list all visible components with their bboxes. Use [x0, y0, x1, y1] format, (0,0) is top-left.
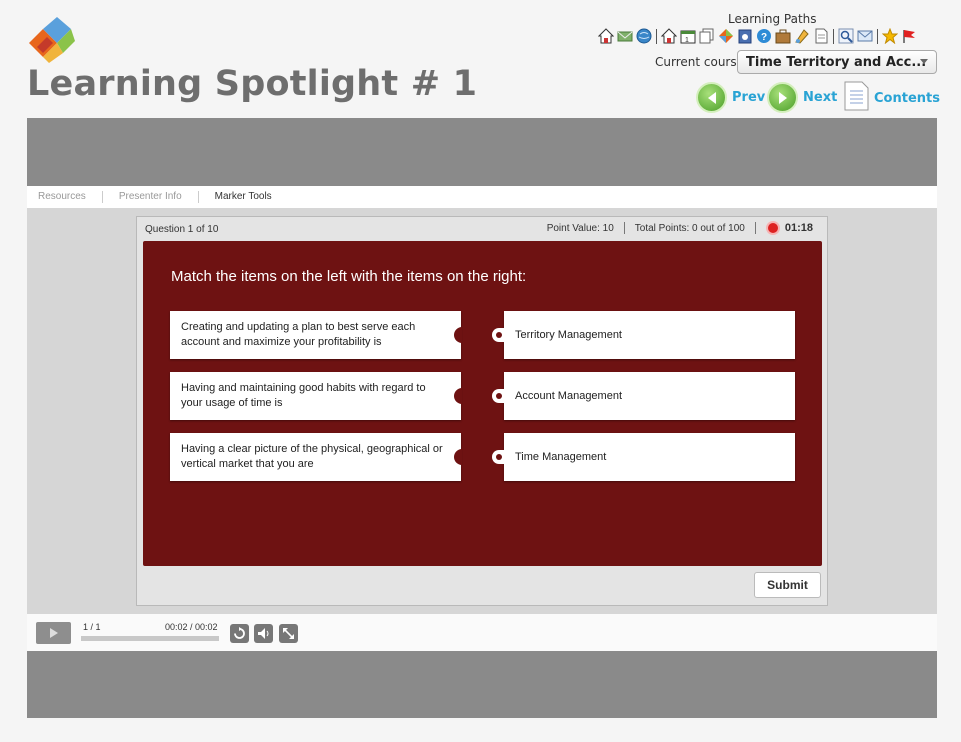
- contents-label: Contents: [874, 90, 940, 106]
- play-icon: [49, 628, 58, 638]
- fullscreen-button[interactable]: [279, 624, 298, 643]
- puzzle-notch: [454, 388, 462, 404]
- learning-paths-label[interactable]: Learning Paths: [728, 12, 817, 26]
- question-prompt: Match the items on the left with the ite…: [171, 268, 527, 285]
- question-count: Question 1 of 10: [145, 224, 219, 235]
- calendar-icon[interactable]: 1: [680, 28, 696, 44]
- email-icon[interactable]: [617, 28, 633, 44]
- puzzle-peg: [492, 328, 504, 342]
- tab-marker-tools[interactable]: Marker Tools: [199, 191, 288, 203]
- contents-icon: [843, 81, 869, 115]
- document-icon[interactable]: [813, 28, 829, 44]
- clipboard-icon[interactable]: [737, 28, 753, 44]
- globe-icon[interactable]: [636, 28, 652, 44]
- search-icon[interactable]: [838, 28, 854, 44]
- player-controls: 1 / 1 00:02 / 00:02: [27, 614, 937, 651]
- replay-icon: [234, 627, 245, 639]
- timer-icon: [765, 221, 780, 235]
- quiz-meta-bar: Question 1 of 10 Point Value: 10 Total P…: [137, 217, 827, 241]
- puzzle-notch: [454, 449, 462, 465]
- match-left-text: Having a clear picture of the physical, …: [181, 443, 443, 470]
- toolbar: 1 ?: [597, 27, 917, 45]
- fullscreen-icon: [283, 628, 294, 639]
- briefcase-icon[interactable]: [775, 28, 791, 44]
- match-left-text: Creating and updating a plan to best ser…: [181, 321, 416, 348]
- prev-button[interactable]: Prev: [696, 82, 765, 113]
- total-points: Total Points: 0 out of 100: [634, 222, 745, 234]
- puzzle-notch: [454, 327, 462, 343]
- point-value: Point Value: 10: [546, 222, 614, 234]
- tab-resources[interactable]: Resources: [27, 191, 103, 203]
- svg-text:?: ?: [761, 32, 767, 43]
- replay-button[interactable]: [230, 624, 249, 643]
- current-course-select[interactable]: Time Territory and Acc...: [737, 50, 937, 74]
- match-left-item[interactable]: Creating and updating a plan to best ser…: [170, 311, 462, 359]
- app-logo: [27, 17, 77, 65]
- toolbar-separator: [877, 28, 878, 44]
- tag-icon[interactable]: [718, 28, 734, 44]
- top-banner: [27, 118, 937, 186]
- tab-presenter-info[interactable]: Presenter Info: [103, 191, 199, 203]
- arrow-left-icon: [696, 82, 727, 113]
- arrow-right-icon: [767, 82, 798, 113]
- next-button[interactable]: Next: [767, 82, 837, 113]
- player-tabs: Resources Presenter Info Marker Tools: [27, 186, 937, 208]
- copy-icon[interactable]: [699, 28, 715, 44]
- submit-button[interactable]: Submit: [754, 572, 821, 598]
- toolbar-separator: [656, 28, 657, 44]
- match-right-text: Territory Management: [515, 328, 622, 341]
- match-right-item[interactable]: Territory Management: [492, 311, 795, 359]
- volume-icon: [258, 628, 269, 639]
- matching-question-area: Match the items on the left with the ite…: [143, 241, 822, 566]
- match-left-text: Having and maintaining good habits with …: [181, 382, 426, 409]
- bottom-banner: [27, 651, 937, 718]
- meta-separator: [754, 222, 756, 234]
- seek-bar[interactable]: [81, 636, 219, 641]
- volume-button[interactable]: [254, 624, 273, 643]
- match-right-text: Time Management: [515, 450, 607, 463]
- current-course-value: Time Territory and Acc...: [746, 55, 927, 70]
- feedback-icon[interactable]: [857, 28, 873, 44]
- play-button[interactable]: [36, 622, 71, 644]
- puzzle-peg: [492, 389, 504, 403]
- toolbar-separator: [833, 28, 834, 44]
- puzzle-peg: [492, 450, 504, 464]
- quiz-score-info: Point Value: 10 Total Points: 0 out of 1…: [547, 221, 813, 235]
- flag-icon[interactable]: [901, 28, 917, 44]
- page-title: Learning Spotlight # 1: [27, 64, 478, 104]
- chevron-down-icon: [920, 59, 928, 64]
- match-right-item[interactable]: Account Management: [492, 372, 795, 420]
- home-icon[interactable]: [660, 28, 678, 44]
- quiz-panel: Question 1 of 10 Point Value: 10 Total P…: [136, 216, 828, 606]
- current-course-label: Current course:: [655, 55, 749, 69]
- match-left-item[interactable]: Having and maintaining good habits with …: [170, 372, 462, 420]
- match-left-item[interactable]: Having a clear picture of the physical, …: [170, 433, 462, 481]
- help-icon[interactable]: ?: [756, 28, 772, 44]
- contents-button[interactable]: Contents: [843, 81, 940, 115]
- star-icon[interactable]: [881, 27, 899, 45]
- timer-value: 01:18: [784, 222, 813, 234]
- home-icon[interactable]: [597, 28, 615, 44]
- elapsed-time: 00:02 / 00:02: [165, 622, 218, 632]
- svg-text:1: 1: [685, 37, 689, 44]
- slide-count: 1 / 1: [83, 622, 101, 632]
- meta-separator: [623, 222, 625, 234]
- next-label: Next: [803, 90, 838, 105]
- prev-label: Prev: [732, 90, 766, 105]
- match-right-text: Account Management: [515, 389, 623, 402]
- match-right-item[interactable]: Time Management: [492, 433, 795, 481]
- quiz-timer: 01:18: [765, 221, 813, 235]
- paint-icon[interactable]: [794, 28, 810, 44]
